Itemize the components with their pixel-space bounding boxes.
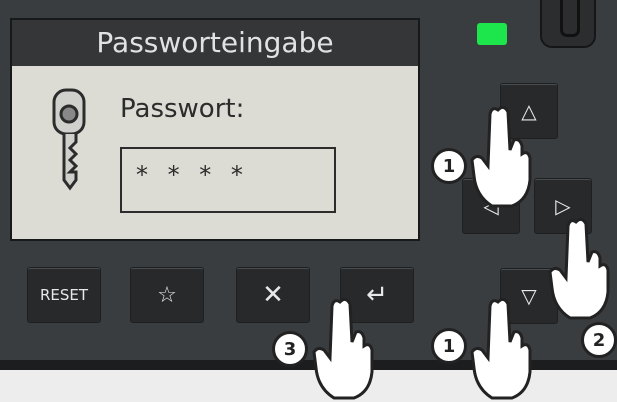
step-badge: 1 xyxy=(431,148,467,184)
step-badge: 3 xyxy=(272,331,308,367)
lcd-screen: Passworteingabe Passwort: * * * * xyxy=(10,18,420,241)
pointing-hand-icon xyxy=(312,297,374,400)
key-icon xyxy=(52,88,86,191)
pointing-hand-icon xyxy=(548,217,610,320)
reset-button[interactable]: RESET xyxy=(27,267,101,323)
step-badge: 2 xyxy=(581,322,617,358)
cancel-button[interactable]: ✕ xyxy=(236,267,310,323)
password-field[interactable]: * * * * xyxy=(120,147,336,213)
status-led xyxy=(477,23,507,45)
password-value: * * * * xyxy=(136,161,249,189)
favorite-button[interactable]: ☆ xyxy=(130,267,204,323)
screen-title: Passworteingabe xyxy=(12,20,418,66)
pointing-hand-icon xyxy=(470,297,532,400)
pointing-hand-icon xyxy=(470,105,532,208)
usb-connector xyxy=(540,0,596,48)
password-label: Passwort: xyxy=(120,94,245,124)
step-badge: 1 xyxy=(431,328,467,364)
